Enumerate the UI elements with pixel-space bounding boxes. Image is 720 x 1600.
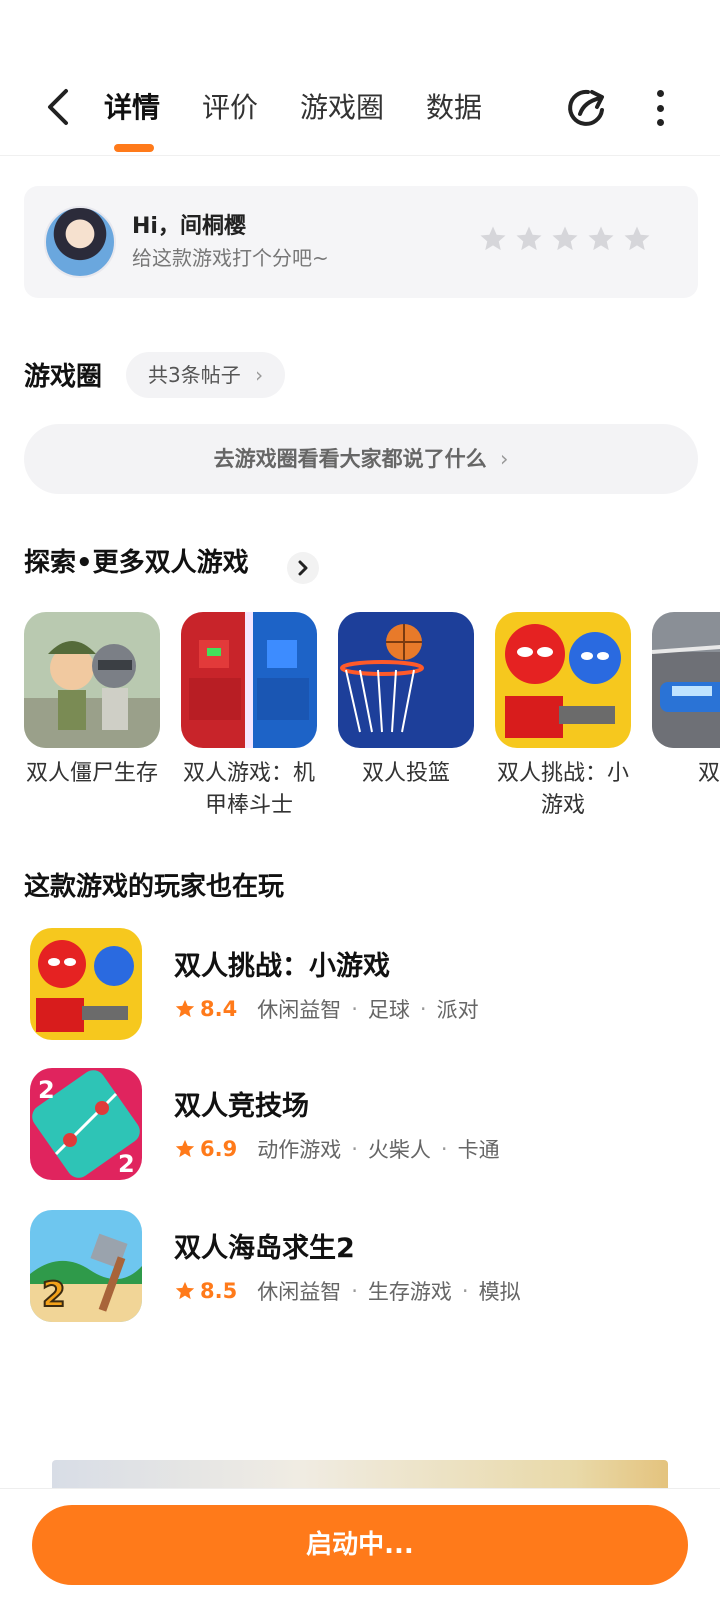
browse-label: 去游戏圈看看大家都说了什么 [213, 447, 487, 471]
svg-text:2: 2 [42, 1275, 66, 1315]
tab-bar: 详情 评价 游戏圈 数据 [104, 86, 524, 152]
game-circle-title: 游戏圈 [24, 362, 103, 392]
list-item[interactable]: 双人挑战：小游戏 8.4 休闲益智 · 足球 · 派对 [30, 928, 700, 1040]
share-icon [568, 89, 604, 126]
game-score: 8.5 [200, 1279, 238, 1303]
game-tag: 休闲益智 [257, 1280, 342, 1304]
tab-details[interactable]: 详情 [104, 86, 160, 152]
star-icon [175, 1139, 195, 1158]
launch-button[interactable]: 启动中... [32, 1505, 688, 1585]
star-icon [175, 999, 195, 1018]
list-item[interactable]: 2 双人海岛求生2 8.5 休闲益智 · 生存游戏 · 模拟 [30, 1210, 700, 1322]
game-tag: 火柴人 [367, 1138, 431, 1162]
game-icon [30, 928, 142, 1040]
game-tag: 生存游戏 [367, 1280, 452, 1304]
game-name: 双人挑战：小游戏 [496, 761, 629, 818]
tab-data[interactable]: 数据 [426, 86, 482, 130]
rating-prompt-card: Hi，间桐樱 给这款游戏打个分吧~ [24, 186, 698, 298]
game-icon [24, 612, 160, 748]
star-rating[interactable] [478, 224, 652, 254]
game-meta: 8.4 休闲益智 · 足球 · 派对 [174, 994, 479, 1024]
game-meta: 6.9 动作游戏 · 火柴人 · 卡通 [174, 1134, 500, 1164]
explore-game-card[interactable]: 双人僵尸生存 [24, 612, 160, 790]
chevron-right-icon: › [499, 447, 509, 471]
game-tag: 动作游戏 [257, 1138, 342, 1162]
promo-banner[interactable] [52, 1460, 668, 1490]
explore-game-card[interactable]: 双人游戏：机甲棒斗士 [181, 612, 317, 822]
game-tag: 模拟 [478, 1280, 521, 1304]
game-icon: 2 2 [30, 1068, 142, 1180]
star-icon[interactable] [478, 224, 508, 254]
game-name: 双人僵尸生存 [25, 761, 158, 786]
game-tag: 休闲益智 [257, 998, 342, 1022]
star-icon[interactable] [514, 224, 544, 254]
game-tag: 足球 [367, 998, 410, 1022]
share-button[interactable] [562, 84, 610, 132]
chevron-right-icon [298, 560, 308, 576]
game-icon [338, 612, 474, 748]
bottom-bar: 启动中... [0, 1488, 720, 1600]
star-icon[interactable] [622, 224, 652, 254]
game-tag: 派对 [436, 998, 479, 1022]
game-name: 双人投篮 [361, 761, 450, 786]
game-title: 双人竞技场 [174, 1091, 309, 1122]
game-title: 双人海岛求生2 [174, 1233, 355, 1264]
game-score: 8.4 [200, 997, 238, 1021]
game-icon: 2 [30, 1210, 142, 1322]
star-icon [175, 1281, 195, 1300]
more-vertical-icon [656, 90, 664, 97]
browse-game-circle-button[interactable]: 去游戏圈看看大家都说了什么 › [24, 424, 698, 494]
rating-prompt-text: 给这款游戏打个分吧~ [132, 246, 329, 270]
tab-reviews[interactable]: 评价 [202, 86, 258, 130]
game-tag: 卡通 [457, 1138, 500, 1162]
star-icon[interactable] [586, 224, 616, 254]
explore-game-card[interactable]: 双人挑战：小游戏 [495, 612, 631, 822]
game-name: 双人 [697, 761, 720, 786]
avatar [44, 206, 116, 278]
explore-game-card[interactable]: 双人 [652, 612, 720, 790]
also-played-title: 这款游戏的玩家也在玩 [24, 872, 285, 902]
explore-more-button[interactable] [287, 552, 319, 584]
greeting-text: Hi，间桐樱 [132, 214, 246, 239]
chevron-left-icon [48, 89, 68, 125]
explore-game-list: 双人僵尸生存 双人游戏：机甲棒斗士 双人投篮 双人挑战：小游戏 双 [24, 612, 720, 822]
back-button[interactable] [38, 82, 78, 132]
game-name: 双人游戏：机甲棒斗士 [182, 761, 315, 818]
game-score: 6.9 [200, 1137, 238, 1161]
post-count-label: 共3条帖子 [148, 363, 241, 387]
svg-text:2: 2 [38, 1076, 55, 1104]
more-button[interactable] [650, 84, 670, 132]
game-meta: 8.5 休闲益智 · 生存游戏 · 模拟 [174, 1276, 521, 1306]
star-icon[interactable] [550, 224, 580, 254]
post-count-pill[interactable]: 共3条帖子 › [126, 352, 286, 398]
explore-game-card[interactable]: 双人投篮 [338, 612, 474, 790]
game-icon [495, 612, 631, 748]
svg-text:2: 2 [118, 1150, 135, 1178]
list-item[interactable]: 2 2 双人竞技场 6.9 动作游戏 · 火柴人 · 卡通 [30, 1068, 700, 1180]
top-bar: 详情 评价 游戏圈 数据 [0, 0, 720, 156]
game-title: 双人挑战：小游戏 [174, 951, 390, 982]
game-icon [181, 612, 317, 748]
tab-game-circle[interactable]: 游戏圈 [300, 86, 384, 130]
game-icon [652, 612, 720, 748]
explore-title: 探索•更多双人游戏 [24, 548, 249, 578]
chevron-right-icon: › [255, 363, 264, 387]
